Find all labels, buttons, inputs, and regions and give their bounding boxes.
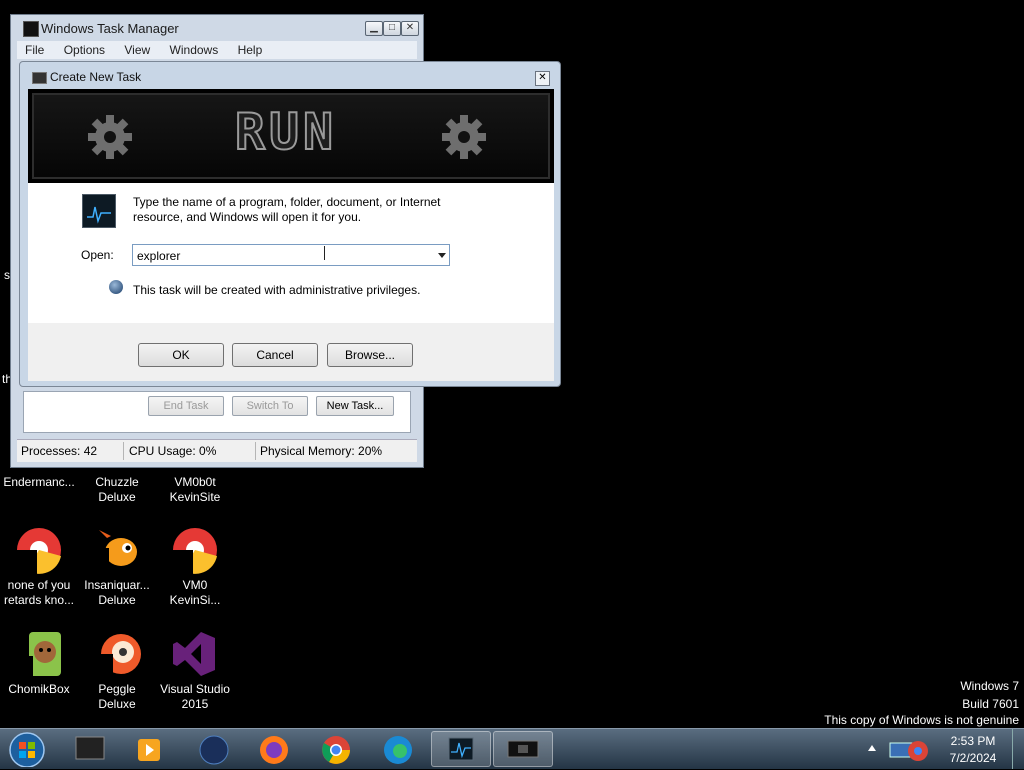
dialog-body: Type the name of a program, folder, docu…	[28, 183, 554, 323]
menu-options[interactable]: Options	[64, 43, 105, 57]
desktop-icon-label: none of you retards kno...	[3, 578, 75, 607]
desktop-icon-label: Visual Studio 2015	[160, 682, 230, 711]
status-cpu-usage: CPU Usage: 0%	[129, 444, 217, 458]
close-button[interactable]: ✕	[401, 21, 419, 36]
task-manager-graph-icon	[82, 194, 116, 228]
status-processes: Processes: 42	[21, 444, 98, 458]
desktop-icon-label: Endermanc...	[3, 475, 75, 489]
taskbar: 2:53 PM 7/2/2024	[0, 728, 1024, 769]
clock-time: 2:53 PM	[950, 734, 996, 748]
desktop-icon-endermanch[interactable]: Endermanc...	[0, 475, 78, 490]
media-player-icon[interactable]	[122, 731, 178, 767]
open-input[interactable]: explorer	[137, 249, 180, 263]
desktop-icon-visual-studio[interactable]: Visual Studio 2015	[156, 630, 234, 712]
desktop-icon-label: Insaniquar... Deluxe	[84, 578, 150, 607]
system-icon[interactable]	[62, 731, 118, 767]
open-label: Open:	[81, 248, 114, 262]
ok-button[interactable]: OK	[138, 343, 224, 367]
menu-view[interactable]: View	[124, 43, 150, 57]
end-task-button[interactable]: End Task	[148, 396, 224, 416]
start-orb-icon[interactable]	[2, 731, 52, 768]
desktop-icon-none-of-you[interactable]: none of you retards kno...	[0, 526, 78, 608]
admin-privileges-note: This task will be created with administr…	[133, 283, 421, 297]
switch-to-button[interactable]: Switch To	[232, 396, 308, 416]
minimize-button[interactable]: ▁	[365, 21, 383, 36]
dialog-app-icon	[32, 72, 47, 84]
desktop-icon-chuzzle-deluxe[interactable]: Chuzzle Deluxe	[78, 475, 156, 505]
chrome-icon[interactable]	[308, 731, 364, 767]
clock-date: 7/2/2024	[949, 751, 997, 765]
desktop-icon-label: Chuzzle Deluxe	[95, 475, 139, 504]
desktop-icon-label: Peggle Deluxe	[98, 682, 136, 711]
desktop-icon-insaniquarium[interactable]: Insaniquar... Deluxe	[78, 526, 156, 608]
gear-icon	[442, 115, 486, 159]
edge-icon[interactable]	[370, 731, 426, 767]
run-banner: RUN	[28, 89, 554, 183]
menu-help[interactable]: Help	[238, 43, 263, 57]
watermark-line-3: This copy of Windows is not genuine	[824, 713, 1019, 727]
browse-button[interactable]: Browse...	[327, 343, 413, 367]
desktop-icon-vm0b0t[interactable]: VM0b0t KevinSite	[156, 475, 234, 505]
chrome-like-icon	[171, 526, 219, 574]
chrome-like-icon	[15, 526, 63, 574]
create-new-task-dialog: Create New Task ✕ RUN Type the name of a…	[19, 61, 561, 387]
menu-file[interactable]: File	[25, 43, 44, 57]
chevron-up-icon[interactable]	[868, 745, 876, 751]
text-cursor-icon	[324, 246, 325, 260]
run-dialog-taskbar-icon[interactable]	[493, 731, 553, 767]
desktop-icon-label: VM0b0t KevinSite	[169, 475, 221, 504]
show-desktop-button[interactable]	[1012, 729, 1024, 769]
desktop-icon-vm0[interactable]: VM0 KevinSi...	[156, 526, 234, 608]
task-manager-title: Windows Task Manager	[41, 21, 179, 36]
desktop-icon-label: VM0 KevinSi...	[169, 578, 221, 607]
shield-icon	[109, 280, 123, 294]
network-icon[interactable]	[884, 735, 934, 765]
fish-icon	[93, 526, 141, 574]
dialog-footer: OK Cancel Browse...	[28, 323, 554, 381]
desktop-icon-peggle-deluxe[interactable]: Peggle Deluxe	[78, 630, 156, 712]
desktop-icon-chomikbox[interactable]: ChomikBox	[0, 630, 78, 697]
menu-windows[interactable]: Windows	[170, 43, 219, 57]
visual-studio-icon	[171, 630, 219, 678]
firefox-icon[interactable]	[246, 731, 302, 767]
dialog-description: Type the name of a program, folder, docu…	[133, 195, 441, 224]
globe-icon[interactable]	[186, 731, 242, 767]
watermark-line-2: Build 7601	[962, 697, 1019, 711]
applications-panel: End Task Switch To New Task...	[23, 391, 411, 433]
dialog-title: Create New Task	[50, 70, 142, 84]
peggle-icon	[93, 630, 141, 678]
open-combobox[interactable]: explorer	[132, 244, 450, 266]
desktop-icon-label: ChomikBox	[8, 682, 70, 696]
task-manager-status-bar: Processes: 42 CPU Usage: 0% Physical Mem…	[17, 439, 417, 462]
task-manager-menubar: File Options View Windows Help	[17, 41, 417, 59]
cancel-button[interactable]: Cancel	[232, 343, 318, 367]
chevron-down-icon[interactable]	[438, 253, 446, 258]
hamster-icon	[15, 630, 63, 678]
taskbar-clock[interactable]: 2:53 PM 7/2/2024	[940, 733, 1006, 767]
maximize-button[interactable]: □	[383, 21, 401, 36]
watermark-line-1: Windows 7	[960, 679, 1019, 693]
task-manager-app-icon	[23, 21, 39, 37]
task-manager-taskbar-icon[interactable]	[431, 731, 491, 767]
gear-icon	[88, 115, 132, 159]
dialog-close-button[interactable]: ✕	[535, 71, 550, 86]
svg-text:RUN: RUN	[235, 103, 337, 157]
run-banner-text: RUN	[214, 102, 358, 162]
new-task-button[interactable]: New Task...	[316, 396, 394, 416]
status-physical-memory: Physical Memory: 20%	[260, 444, 383, 458]
